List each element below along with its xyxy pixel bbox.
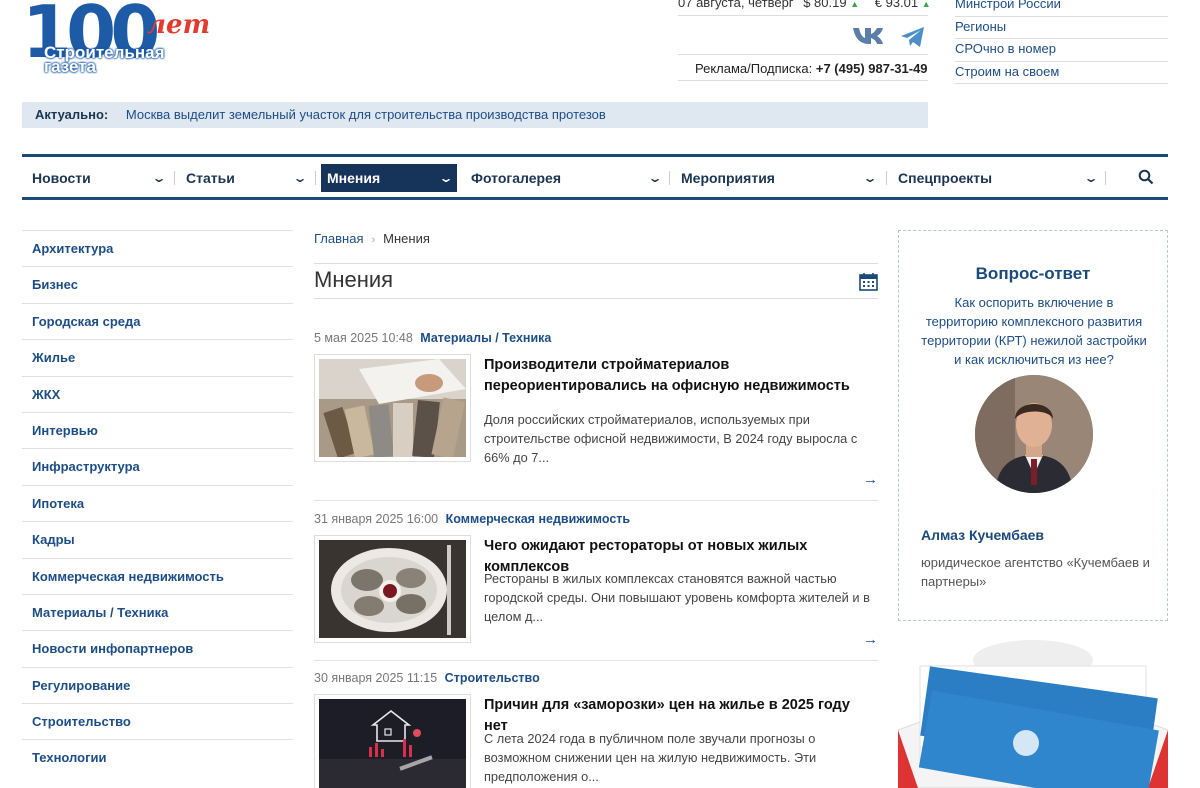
up-arrow-icon: ▲: [850, 0, 860, 9]
logo-title: Строительная газета: [44, 44, 165, 76]
calendar-icon[interactable]: [859, 272, 878, 296]
expert-avatar[interactable]: [975, 375, 1093, 493]
article-title[interactable]: Производители стройматериалов переориент…: [484, 355, 876, 397]
article-meta: 31 января 2025 16:00 Коммерческая недвиж…: [314, 512, 630, 526]
sidebar-item[interactable]: Бизнес: [22, 266, 293, 302]
site-logo[interactable]: 100 лет Строительная газета: [22, 0, 210, 80]
divider: [678, 15, 928, 16]
article-lead: Рестораны в жилых комплексах становятся …: [484, 571, 870, 624]
actual-label: Актуально:: [35, 107, 109, 122]
nav-item-special[interactable]: Спецпроекты ⌄: [888, 164, 1102, 192]
sidebar-item[interactable]: Городская среда: [22, 302, 293, 339]
nav-label: Фотогалерея: [471, 170, 561, 186]
top-link[interactable]: Регионы: [955, 17, 1168, 39]
vk-icon[interactable]: [852, 26, 884, 52]
arrow-right-icon[interactable]: →: [863, 631, 878, 648]
sidebar-item[interactable]: ЖКХ: [22, 375, 293, 412]
ads-contact: Реклама/Подписка: +7 (495) 987-31-49: [695, 61, 928, 76]
chevron-down-icon: ⌄: [862, 171, 878, 185]
sidebar-item[interactable]: Коммерческая недвижимость: [22, 557, 293, 594]
header-info: 07 августа, четверг $ 80.19 ▲ € 93.01 ▲: [678, 0, 931, 15]
main-nav: Новости ⌄ Статьи ⌄ Мнения ⌄ Фотогалерея ⌄ Ме…: [22, 154, 1168, 200]
page-title: Мнения: [314, 267, 394, 292]
nav-label: Мероприятия: [681, 170, 775, 186]
sidebar-item[interactable]: Архитектура: [22, 230, 293, 266]
breadcrumb-current: Мнения: [383, 231, 430, 246]
article-lead: С лета 2024 года в публичном поле звучал…: [484, 731, 817, 784]
ads-phone[interactable]: +7 (495) 987-31-49: [816, 61, 928, 76]
nav-item-news[interactable]: Новости ⌄: [22, 164, 170, 192]
sidebar-item[interactable]: Жилье: [22, 339, 293, 375]
search-icon[interactable]: [1138, 169, 1154, 190]
nav-label: Новости: [32, 170, 91, 186]
article-date: 5 мая 2025 10:48: [314, 331, 413, 345]
qa-heading: Вопрос-ответ: [975, 264, 1091, 283]
sidebar-item[interactable]: Кадры: [22, 521, 293, 557]
up-arrow-icon: ▲: [921, 0, 931, 9]
expert-organization: юридическое агентство «Кучембаев и партн…: [921, 555, 1150, 589]
sidebar-item[interactable]: Материалы / Техника: [22, 593, 293, 630]
divider: [314, 500, 878, 501]
article-category[interactable]: Коммерческая недвижимость: [446, 512, 631, 526]
subscription-promo[interactable]: [897, 640, 1169, 788]
chevron-down-icon: ⌄: [647, 171, 663, 185]
chevron-down-icon: ⌄: [151, 171, 167, 185]
breadcrumb-home[interactable]: Главная: [314, 231, 363, 246]
actual-bar: Актуально: Москва выделит земельный учас…: [22, 102, 928, 128]
divider: [678, 54, 928, 55]
divider: [678, 80, 928, 81]
chevron-down-icon: ⌄: [292, 171, 308, 185]
article-meta: 30 января 2025 11:15 Строительство: [314, 671, 540, 685]
chevron-right-icon: ›: [371, 234, 376, 246]
article-meta: 5 мая 2025 10:48 Материалы / Техника: [314, 331, 551, 345]
top-link[interactable]: СРОчно в номер: [955, 39, 1168, 62]
qa-widget: Вопрос-ответ Как оспорить включение в те…: [898, 230, 1168, 621]
expert-name[interactable]: Алмаз Кучембаев: [921, 527, 1044, 543]
article-lead: Доля российских стройматериалов, использ…: [484, 412, 858, 465]
divider: [314, 298, 878, 299]
usd-rate: $ 80.19 ▲: [803, 0, 860, 10]
category-sidebar: Архитектура Бизнес Городская среда Жилье…: [22, 230, 293, 776]
divider: [314, 660, 878, 661]
top-link[interactable]: Минстрой России: [955, 0, 1168, 17]
logo-line2: газета: [44, 57, 96, 76]
article-category[interactable]: Материалы / Техника: [420, 331, 551, 345]
article-date: 30 января 2025 11:15: [314, 671, 438, 685]
nav-item-gallery[interactable]: Фотогалерея ⌄: [461, 164, 666, 192]
article-image[interactable]: [314, 694, 471, 788]
sidebar-item[interactable]: Технологии: [22, 739, 293, 775]
arrow-right-icon[interactable]: →: [863, 471, 878, 488]
nav-label: Мнения: [327, 170, 381, 186]
top-link[interactable]: Строим на своем: [955, 62, 1168, 84]
date-text: 07 августа, четверг: [678, 0, 794, 10]
divider: [314, 263, 878, 264]
telegram-icon[interactable]: [900, 26, 926, 53]
breadcrumb: Главная › Мнения: [314, 231, 430, 246]
actual-link[interactable]: Москва выделит земельный участок для стр…: [126, 107, 606, 122]
chevron-down-icon: ⌄: [1083, 171, 1099, 185]
nav-item-events[interactable]: Мероприятия ⌄: [671, 164, 881, 192]
nav-label: Спецпроекты: [898, 170, 993, 186]
logo-let: лет: [147, 10, 211, 40]
chevron-down-icon: ⌄: [438, 171, 454, 185]
qa-question[interactable]: Как оспорить включение в территорию комп…: [917, 293, 1151, 369]
nav-item-articles[interactable]: Статьи ⌄: [176, 164, 311, 192]
sidebar-item[interactable]: Инфраструктура: [22, 448, 293, 484]
sidebar-item[interactable]: Интервью: [22, 411, 293, 448]
sidebar-item[interactable]: Ипотека: [22, 484, 293, 521]
top-links: Минстрой России Регионы СРОчно в номер С…: [955, 0, 1168, 84]
sidebar-item[interactable]: Регулирование: [22, 666, 293, 703]
nav-label: Статьи: [186, 170, 235, 186]
sidebar-item[interactable]: Новости инфопартнеров: [22, 630, 293, 666]
article-category[interactable]: Строительство: [445, 671, 540, 685]
article-image[interactable]: [314, 535, 471, 643]
sidebar-item[interactable]: Строительство: [22, 703, 293, 739]
article-image[interactable]: [314, 354, 471, 462]
ads-label: Реклама/Подписка:: [695, 61, 813, 76]
eur-rate: € 93.01 ▲: [874, 0, 931, 10]
nav-item-opinions[interactable]: Мнения ⌄: [321, 164, 457, 192]
article-date: 31 января 2025 16:00: [314, 512, 439, 526]
